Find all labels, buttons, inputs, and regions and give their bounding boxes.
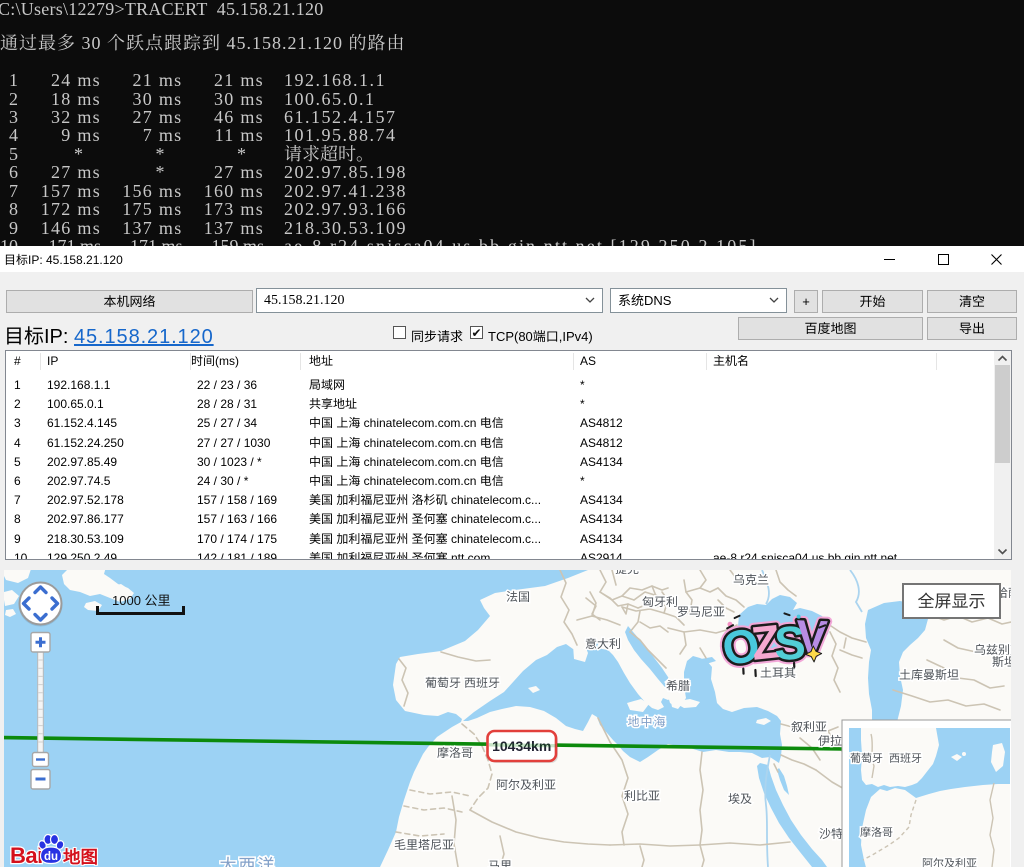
svg-text:乌克兰: 乌克兰 <box>733 573 769 587</box>
svg-text:阿尔及利亚: 阿尔及利亚 <box>922 857 977 867</box>
svg-text:希腊: 希腊 <box>666 679 690 693</box>
svg-text:匈牙利: 匈牙利 <box>642 595 678 609</box>
svg-text:葡萄牙: 葡萄牙 <box>425 676 461 690</box>
svg-text:土库曼斯坦: 土库曼斯坦 <box>899 668 959 682</box>
svg-text:叙利亚: 叙利亚 <box>791 720 827 734</box>
svg-text:斯坦: 斯坦 <box>992 655 1011 669</box>
svg-text:马里: 马里 <box>488 859 512 867</box>
svg-text:Bai: Bai <box>10 843 43 867</box>
svg-text:阿尔及利亚: 阿尔及利亚 <box>496 778 556 792</box>
svg-text:沙特: 沙特 <box>819 827 843 841</box>
svg-text:利比亚: 利比亚 <box>624 789 660 803</box>
svg-text:毛里塔尼亚: 毛里塔尼亚 <box>394 838 454 852</box>
svg-text:西班牙: 西班牙 <box>889 752 922 765</box>
svg-text:1000 公里: 1000 公里 <box>112 593 171 608</box>
svg-text:全屏显示: 全屏显示 <box>918 592 986 611</box>
svg-text:西班牙: 西班牙 <box>464 676 500 690</box>
svg-text:意大利: 意大利 <box>585 637 621 651</box>
svg-text:地中海: 地中海 <box>627 715 666 729</box>
svg-text:摩洛哥: 摩洛哥 <box>860 826 893 839</box>
svg-text:捷克: 捷克 <box>615 570 639 576</box>
svg-text:大西洋: 大西洋 <box>220 856 277 867</box>
svg-text:摩洛哥: 摩洛哥 <box>437 746 473 760</box>
svg-text:地图: 地图 <box>63 847 98 867</box>
svg-text:埃及: 埃及 <box>728 792 752 806</box>
svg-text:葡萄牙: 葡萄牙 <box>850 752 883 765</box>
svg-text:法国: 法国 <box>506 590 530 604</box>
svg-text:罗马尼亚: 罗马尼亚 <box>677 605 725 619</box>
svg-text:du: du <box>44 851 58 863</box>
